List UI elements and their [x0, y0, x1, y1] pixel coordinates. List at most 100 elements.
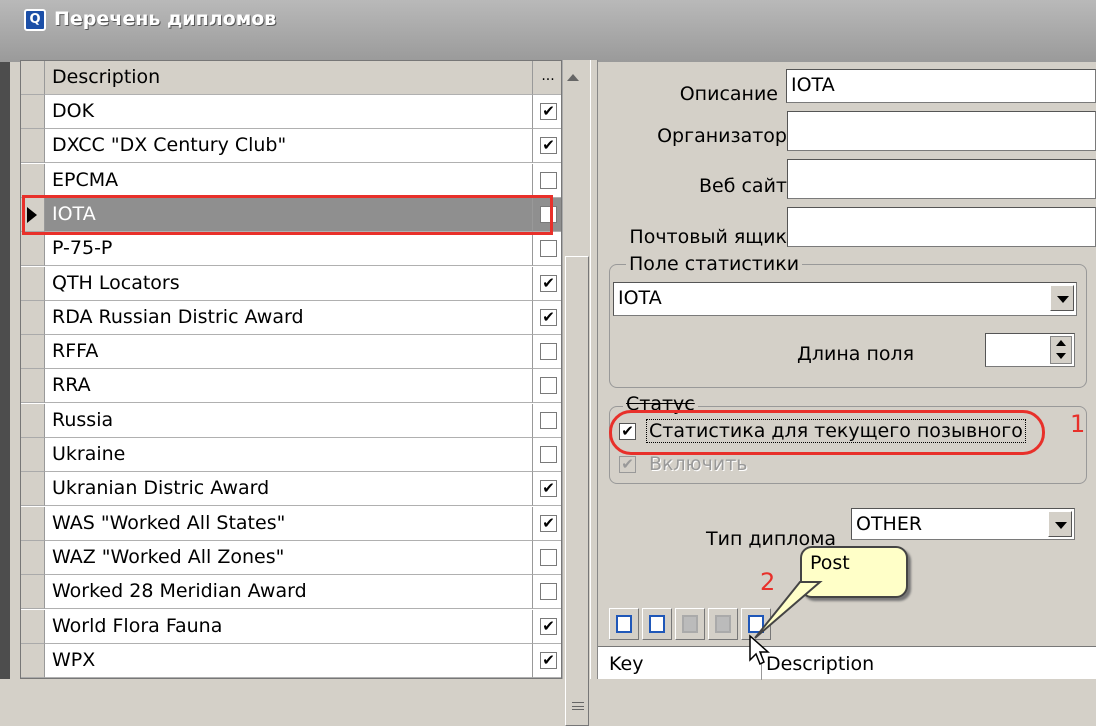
- table-row[interactable]: WAZ "Worked All Zones": [21, 540, 561, 575]
- row-indicator[interactable]: [21, 335, 45, 370]
- row-checkbox-cell[interactable]: [533, 369, 561, 404]
- row-checkbox[interactable]: [540, 583, 557, 601]
- row-checkbox[interactable]: ✔: [540, 651, 557, 669]
- row-checkbox[interactable]: [540, 240, 557, 258]
- table-row[interactable]: EPCMA: [21, 163, 561, 198]
- detail-grid[interactable]: Key Description: [598, 646, 1096, 680]
- row-description[interactable]: Worked 28 Meridian Award: [45, 575, 533, 610]
- row-indicator[interactable]: [21, 472, 45, 507]
- website-field[interactable]: [787, 159, 1096, 199]
- row-checkbox[interactable]: ✔: [540, 103, 557, 120]
- delete-button[interactable]: [675, 608, 705, 640]
- row-indicator[interactable]: [21, 575, 45, 610]
- row-indicator[interactable]: [21, 129, 45, 164]
- row-checkbox[interactable]: ✔: [540, 137, 557, 155]
- column-header-description[interactable]: Description: [45, 61, 533, 95]
- row-indicator[interactable]: [21, 266, 45, 301]
- awards-grid[interactable]: Description ... DOK ✔ DXCC "DX Century Clu…: [20, 60, 562, 679]
- row-checkbox-cell[interactable]: [533, 438, 561, 472]
- table-row[interactable]: WAS "Worked All States" ✔: [21, 506, 561, 541]
- new-button[interactable]: [642, 608, 672, 640]
- row-indicator[interactable]: [21, 95, 45, 129]
- table-row[interactable]: Worked 28 Meridian Award: [21, 575, 561, 610]
- post-button[interactable]: [708, 608, 738, 640]
- row-checkbox[interactable]: ✔: [540, 308, 557, 326]
- row-indicator[interactable]: [21, 609, 45, 644]
- enable-checkbox[interactable]: ✔: [619, 456, 636, 473]
- scroll-thumb[interactable]: [565, 256, 589, 726]
- row-description[interactable]: QTH Locators: [45, 266, 533, 301]
- row-checkbox[interactable]: ✔: [540, 617, 557, 635]
- field-length-stepper[interactable]: [985, 333, 1075, 367]
- row-indicator[interactable]: [21, 232, 45, 267]
- row-indicator[interactable]: [21, 300, 45, 335]
- table-row[interactable]: World Flora Fauna ✔: [21, 609, 561, 644]
- row-checkbox-cell[interactable]: ✔: [533, 301, 561, 335]
- table-row[interactable]: QTH Locators ✔: [21, 266, 561, 301]
- scroll-up-icon[interactable]: [567, 74, 579, 81]
- row-checkbox[interactable]: ✔: [540, 514, 557, 532]
- table-row[interactable]: DXCC "DX Century Club" ✔: [21, 129, 561, 164]
- panel-splitter[interactable]: [590, 60, 598, 679]
- row-checkbox-cell[interactable]: [533, 575, 561, 610]
- table-row[interactable]: Ukranian Distric Award ✔: [21, 472, 561, 507]
- row-indicator[interactable]: [21, 163, 45, 198]
- table-row[interactable]: WPX ✔: [21, 643, 561, 678]
- row-description[interactable]: RFFA: [45, 335, 533, 370]
- organizer-field[interactable]: [787, 111, 1096, 151]
- table-row[interactable]: DOK ✔: [21, 95, 561, 129]
- row-checkbox-cell[interactable]: ✔: [533, 610, 561, 644]
- row-checkbox[interactable]: ✔: [540, 274, 557, 292]
- row-indicator[interactable]: [21, 643, 45, 678]
- table-row[interactable]: RDA Russian Distric Award ✔: [21, 300, 561, 335]
- row-indicator[interactable]: [21, 403, 45, 438]
- row-description[interactable]: Ukranian Distric Award: [45, 472, 533, 507]
- column-header-flag[interactable]: ...: [533, 61, 561, 95]
- row-checkbox[interactable]: [540, 171, 557, 189]
- column-header-key[interactable]: Key: [609, 653, 643, 675]
- mailbox-field[interactable]: [787, 207, 1096, 247]
- row-checkbox-cell[interactable]: [533, 541, 561, 575]
- chevron-down-icon[interactable]: [1048, 511, 1072, 537]
- row-checkbox-cell[interactable]: [533, 164, 561, 198]
- row-checkbox[interactable]: [540, 411, 557, 429]
- row-description[interactable]: World Flora Fauna: [45, 609, 533, 644]
- spinner-icon[interactable]: [1050, 336, 1072, 364]
- row-description[interactable]: DOK: [45, 95, 533, 129]
- table-row[interactable]: P-75-P: [21, 232, 561, 267]
- row-checkbox-cell[interactable]: ✔: [533, 507, 561, 541]
- insert-button[interactable]: [609, 608, 639, 640]
- row-checkbox-cell[interactable]: [533, 232, 561, 267]
- row-checkbox[interactable]: ✔: [540, 480, 557, 498]
- award-type-select[interactable]: OTHER: [851, 508, 1075, 540]
- row-description[interactable]: WAS "Worked All States": [45, 506, 533, 541]
- row-description[interactable]: P-75-P: [45, 232, 533, 267]
- row-checkbox-cell[interactable]: ✔: [533, 267, 561, 301]
- row-description[interactable]: WPX: [45, 643, 533, 678]
- row-description[interactable]: RDA Russian Distric Award: [45, 300, 533, 335]
- row-description[interactable]: WAZ "Worked All Zones": [45, 540, 533, 575]
- grid-scrollbar[interactable]: [562, 60, 590, 726]
- chevron-down-icon[interactable]: [1050, 285, 1074, 311]
- row-indicator[interactable]: [21, 540, 45, 575]
- row-checkbox[interactable]: [540, 446, 557, 463]
- table-row[interactable]: Russia: [21, 403, 561, 438]
- row-checkbox-cell[interactable]: ✔: [533, 129, 561, 164]
- row-checkbox-cell[interactable]: ✔: [533, 95, 561, 129]
- table-row[interactable]: Ukraine: [21, 438, 561, 472]
- table-row[interactable]: RFFA: [21, 335, 561, 370]
- column-header-description[interactable]: Description: [766, 653, 874, 675]
- row-indicator[interactable]: [21, 506, 45, 541]
- row-description[interactable]: DXCC "DX Century Club": [45, 129, 533, 164]
- row-description[interactable]: RRA: [45, 369, 533, 404]
- row-indicator[interactable]: [21, 438, 45, 472]
- row-description[interactable]: Russia: [45, 403, 533, 438]
- row-checkbox[interactable]: [540, 377, 557, 395]
- row-checkbox[interactable]: [540, 548, 557, 566]
- row-checkbox-cell[interactable]: ✔: [533, 644, 561, 678]
- row-checkbox-cell[interactable]: [533, 335, 561, 370]
- table-row[interactable]: RRA: [21, 369, 561, 404]
- row-checkbox-cell[interactable]: [533, 404, 561, 438]
- row-description[interactable]: EPCMA: [45, 163, 533, 198]
- row-checkbox[interactable]: [540, 343, 557, 361]
